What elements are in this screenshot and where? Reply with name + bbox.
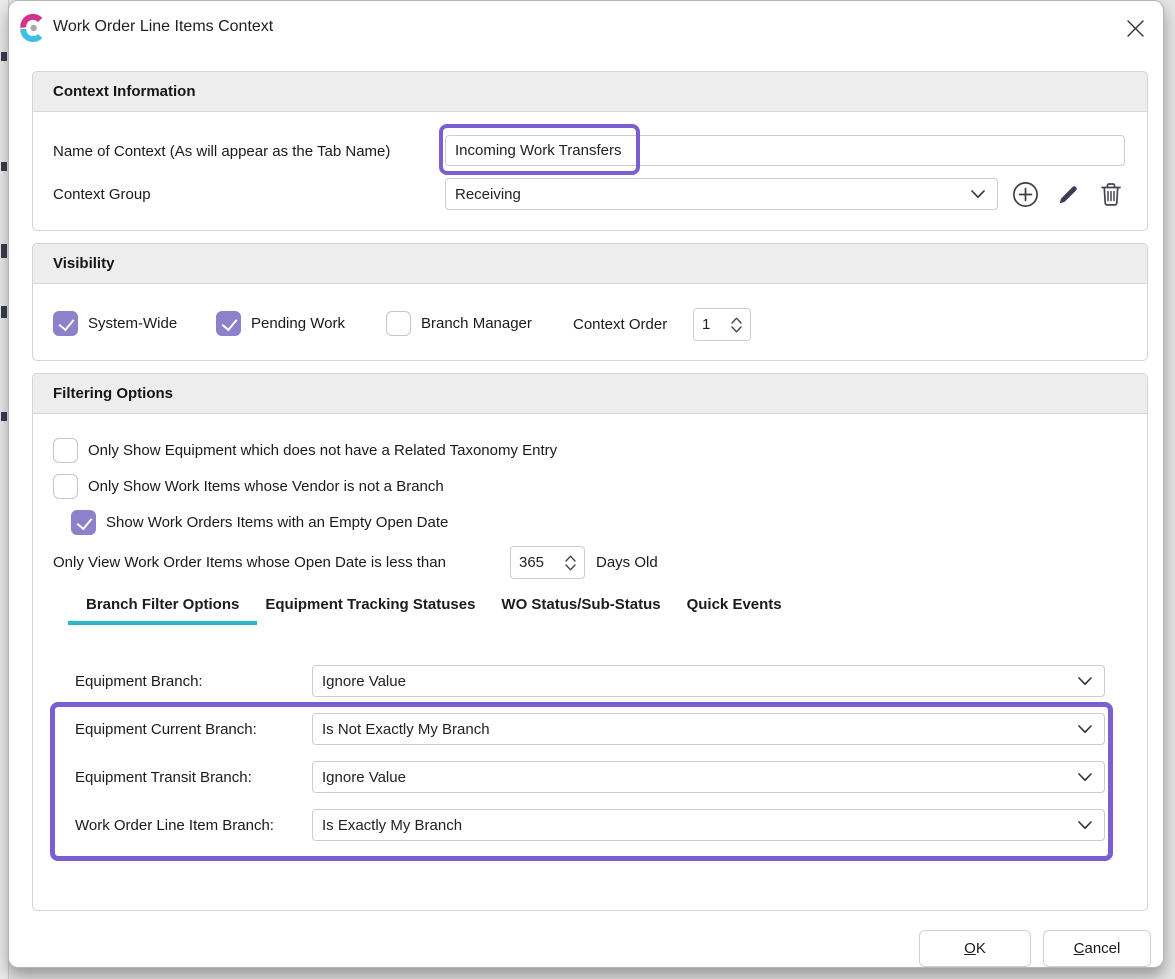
tab-quick-events[interactable]: Quick Events (687, 596, 782, 625)
window-title: Work Order Line Items Context (53, 18, 273, 36)
chevron-down-icon (971, 186, 985, 203)
equipment-branch-dropdown[interactable]: Ignore Value (312, 665, 1105, 697)
context-group-label: Context Group (53, 186, 151, 203)
show-empty-open-date-label: Show Work Orders Items with an Empty Ope… (106, 514, 448, 531)
chevron-down-icon (1078, 817, 1092, 834)
trash-icon (1100, 182, 1122, 207)
spinner-up-down-icon[interactable] (565, 555, 576, 571)
pending-work-checkbox[interactable] (216, 311, 241, 336)
dialog-work-order-line-items-context: Work Order Line Items Context Context In… (8, 0, 1164, 968)
group-header-filtering-options: Filtering Options (33, 374, 1147, 414)
branch-manager-checkbox[interactable] (386, 311, 411, 336)
app-logo-icon (19, 14, 47, 42)
name-of-context-label: Name of Context (As will appear as the T… (53, 143, 390, 160)
tab-branch-filter-options[interactable]: Branch Filter Options (68, 596, 257, 625)
context-group-dropdown[interactable]: Receiving (445, 178, 998, 210)
ok-button-label: OK (920, 940, 1030, 957)
group-filtering-options: Filtering Options Only Show Equipment wh… (32, 373, 1148, 911)
equipment-transit-branch-value: Ignore Value (322, 769, 1078, 786)
show-empty-open-date-checkbox[interactable] (71, 510, 96, 535)
tab-equipment-tracking-statuses[interactable]: Equipment Tracking Statuses (265, 596, 475, 625)
context-order-label: Context Order (573, 316, 667, 333)
tab-wo-status-sub-status[interactable]: WO Status/Sub-Status (501, 596, 660, 625)
group-header-context-information: Context Information (33, 72, 1147, 112)
only-show-work-items-vendor-checkbox[interactable] (53, 474, 78, 499)
background-fragment (1, 244, 7, 258)
pending-work-label: Pending Work (251, 315, 345, 332)
background-fragment (1, 162, 7, 171)
equipment-branch-value: Ignore Value (322, 673, 1078, 690)
add-context-group-button[interactable] (1010, 179, 1040, 209)
work-order-line-item-branch-dropdown[interactable]: Is Exactly My Branch (312, 809, 1105, 841)
cancel-button-label: Cancel (1044, 940, 1150, 957)
branch-manager-label: Branch Manager (421, 315, 532, 332)
ok-button[interactable]: OK (919, 930, 1031, 967)
days-old-value: 365 (519, 554, 565, 571)
open-date-filter-label: Only View Work Order Items whose Open Da… (53, 554, 446, 571)
checkbox-row-empty-open-date: Show Work Orders Items with an Empty Ope… (71, 510, 448, 535)
only-show-equipment-taxonomy-label: Only Show Equipment which does not have … (88, 442, 557, 459)
context-order-value: 1 (702, 316, 731, 333)
checkbox-row-vendor-branch: Only Show Work Items whose Vendor is not… (53, 474, 444, 499)
background-fragment (1, 306, 7, 318)
pencil-icon (1057, 183, 1080, 206)
system-wide-label: System-Wide (88, 315, 177, 332)
close-icon[interactable] (1121, 14, 1149, 42)
background-fragment (1, 52, 7, 61)
checkbox-row-system-wide: System-Wide (53, 311, 177, 336)
days-old-spinner[interactable]: 365 (510, 546, 585, 579)
group-header-visibility: Visibility (33, 244, 1147, 284)
chevron-down-icon (1078, 769, 1092, 786)
checkbox-row-pending-work: Pending Work (216, 311, 345, 336)
filter-tab-bar: Branch Filter Options Equipment Tracking… (86, 596, 782, 625)
group-context-information: Context Information Name of Context (As … (32, 71, 1148, 231)
title-bar: Work Order Line Items Context (9, 1, 1163, 59)
only-show-equipment-taxonomy-checkbox[interactable] (53, 438, 78, 463)
spinner-up-down-icon[interactable] (731, 317, 742, 333)
only-show-work-items-vendor-label: Only Show Work Items whose Vendor is not… (88, 478, 444, 495)
edit-context-group-button[interactable] (1053, 179, 1083, 209)
checkbox-row-taxonomy: Only Show Equipment which does not have … (53, 438, 557, 463)
equipment-current-branch-dropdown[interactable]: Is Not Exactly My Branch (312, 713, 1105, 745)
name-of-context-input[interactable] (445, 135, 1125, 166)
plus-circle-icon (1012, 181, 1039, 208)
delete-context-group-button[interactable] (1096, 179, 1126, 209)
checkbox-row-branch-manager: Branch Manager (386, 311, 532, 336)
context-group-value: Receiving (455, 186, 971, 203)
cancel-button[interactable]: Cancel (1043, 930, 1151, 967)
work-order-line-item-branch-label: Work Order Line Item Branch: (75, 817, 274, 834)
equipment-current-branch-value: Is Not Exactly My Branch (322, 721, 1078, 738)
context-order-spinner[interactable]: 1 (693, 308, 751, 341)
background-fragment (1, 412, 7, 421)
equipment-current-branch-label: Equipment Current Branch: (75, 721, 257, 738)
group-visibility: Visibility System-Wide Pending Work Bran… (32, 243, 1148, 361)
chevron-down-icon (1078, 673, 1092, 690)
work-order-line-item-branch-value: Is Exactly My Branch (322, 817, 1078, 834)
days-old-suffix-label: Days Old (596, 554, 658, 571)
equipment-branch-label: Equipment Branch: (75, 673, 203, 690)
equipment-transit-branch-dropdown[interactable]: Ignore Value (312, 761, 1105, 793)
system-wide-checkbox[interactable] (53, 311, 78, 336)
equipment-transit-branch-label: Equipment Transit Branch: (75, 769, 252, 786)
chevron-down-icon (1078, 721, 1092, 738)
